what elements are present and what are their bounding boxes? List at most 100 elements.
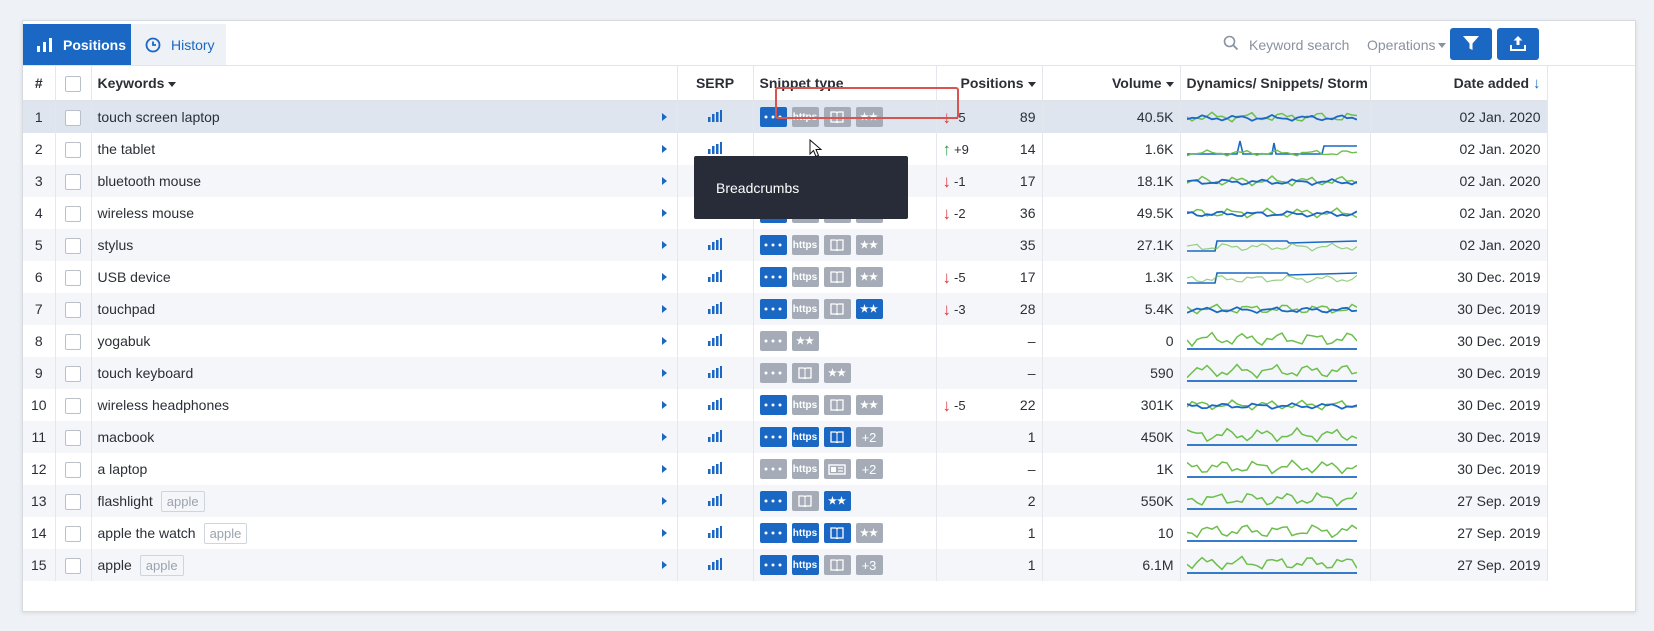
dynamics-sparkline[interactable] <box>1180 325 1371 357</box>
row-checkbox[interactable] <box>55 453 92 485</box>
rating-stars-snippet-icon[interactable]: ★★ <box>855 299 883 319</box>
keyword-tag[interactable]: apple <box>139 554 184 576</box>
dynamics-sparkline[interactable] <box>1180 453 1371 485</box>
table-row[interactable]: 15 apple apple https +3 1 6.1M 27 Sep. 2019 <box>23 549 1548 581</box>
keyword-text[interactable]: wireless mouse <box>98 205 194 221</box>
table-row[interactable]: 13 flashlight apple ★★ 2 550K 27 Sep. 2019 <box>23 485 1548 517</box>
dynamics-sparkline[interactable] <box>1180 133 1371 165</box>
dynamics-sparkline[interactable] <box>1180 100 1371 133</box>
row-checkbox[interactable] <box>55 165 92 197</box>
row-checkbox[interactable] <box>55 357 92 389</box>
row-checkbox[interactable] <box>55 485 92 517</box>
row-checkbox[interactable] <box>55 197 92 229</box>
keyword-text[interactable]: a laptop <box>98 461 148 477</box>
https-snippet[interactable]: https <box>791 427 819 447</box>
row-checkbox[interactable] <box>55 325 92 357</box>
expand-arrow-icon[interactable] <box>661 273 667 281</box>
https-snippet[interactable]: https <box>791 523 819 543</box>
expand-arrow-icon[interactable] <box>661 497 667 505</box>
export-button[interactable] <box>1497 28 1539 60</box>
row-checkbox[interactable] <box>55 517 92 549</box>
table-row[interactable]: 6 USB device https ★★ ↓ -5 17 1.3K 30 Dec. 2019 <box>23 261 1548 293</box>
dynamics-sparkline[interactable] <box>1180 421 1371 453</box>
row-checkbox[interactable] <box>55 229 92 261</box>
dynamics-sparkline[interactable] <box>1180 389 1371 421</box>
keyword-text[interactable]: apple <box>98 557 132 573</box>
https-snippet[interactable]: https <box>791 299 819 319</box>
row-checkbox[interactable] <box>55 100 92 133</box>
keyword-tag[interactable]: apple <box>203 522 248 544</box>
col-header-keywords[interactable]: Keywords <box>91 66 678 101</box>
serp-chart-icon[interactable] <box>708 429 722 445</box>
breadcrumbs-snippet-icon[interactable] <box>759 363 787 383</box>
row-checkbox[interactable] <box>55 549 92 581</box>
knowledge-snippet-icon[interactable] <box>823 267 851 287</box>
expand-arrow-icon[interactable] <box>661 145 667 153</box>
keyword-text[interactable]: touch screen laptop <box>98 109 220 125</box>
knowledge-snippet-icon[interactable] <box>823 523 851 543</box>
expand-arrow-icon[interactable] <box>661 241 667 249</box>
serp-chart-icon[interactable] <box>708 301 722 317</box>
knowledge-snippet-icon[interactable] <box>791 491 819 511</box>
dynamics-sparkline[interactable] <box>1180 165 1371 197</box>
table-row[interactable]: 1 touch screen laptop https ★★ ↓ -5 89 40.5K 02 … <box>23 100 1548 133</box>
rating-stars-snippet-icon[interactable]: ★★ <box>855 107 883 127</box>
breadcrumbs-snippet-icon[interactable] <box>759 299 787 319</box>
dynamics-sparkline[interactable] <box>1180 517 1371 549</box>
serp-chart-icon[interactable] <box>708 365 722 381</box>
dynamics-sparkline[interactable] <box>1180 549 1371 581</box>
serp-chart-icon[interactable] <box>708 525 722 541</box>
keyword-text[interactable]: yogabuk <box>98 333 151 349</box>
table-row[interactable]: 12 a laptop https +2 –1K 30 Dec. 2019 <box>23 453 1548 485</box>
table-row[interactable]: 5 stylus https ★★ 35 27.1K 02 Jan. 2020 <box>23 229 1548 261</box>
expand-arrow-icon[interactable] <box>661 433 667 441</box>
rating-stars-snippet-icon[interactable]: ★★ <box>855 523 883 543</box>
col-header-volume[interactable]: Volume <box>1042 66 1181 101</box>
dynamics-sparkline[interactable] <box>1180 293 1371 325</box>
expand-arrow-icon[interactable] <box>661 337 667 345</box>
keyword-text[interactable]: apple the watch <box>98 525 196 541</box>
expand-arrow-icon[interactable] <box>661 401 667 409</box>
serp-chart-icon[interactable] <box>708 557 722 573</box>
knowledge-snippet-icon[interactable] <box>823 299 851 319</box>
serp-chart-icon[interactable] <box>708 397 722 413</box>
dynamics-sparkline[interactable] <box>1180 357 1371 389</box>
knowledge-snippet-icon[interactable] <box>823 107 851 127</box>
serp-chart-icon[interactable] <box>708 109 722 125</box>
serp-chart-icon[interactable] <box>708 237 722 253</box>
more-snippets-badge[interactable]: +2 <box>855 427 883 447</box>
row-checkbox[interactable] <box>55 421 92 453</box>
card-snippet-icon[interactable] <box>823 459 851 479</box>
dynamics-sparkline[interactable] <box>1180 261 1371 293</box>
keyword-text[interactable]: flashlight <box>98 493 153 509</box>
https-snippet[interactable]: https <box>791 107 819 127</box>
table-row[interactable]: 7 touchpad https ★★ ↓ -3 28 5.4K 30 Dec. 2019 <box>23 293 1548 325</box>
keyword-text[interactable]: the tablet <box>98 141 156 157</box>
breadcrumbs-snippet-icon[interactable] <box>759 267 787 287</box>
https-snippet[interactable]: https <box>791 459 819 479</box>
serp-chart-icon[interactable] <box>708 493 722 509</box>
rating-stars-snippet-icon[interactable]: ★★ <box>855 267 883 287</box>
knowledge-snippet-icon[interactable] <box>823 235 851 255</box>
filter-button[interactable] <box>1450 28 1492 60</box>
knowledge-snippet-icon[interactable] <box>791 363 819 383</box>
row-checkbox[interactable] <box>55 293 92 325</box>
rating-stars-snippet-icon[interactable]: ★★ <box>823 363 851 383</box>
https-snippet[interactable]: https <box>791 267 819 287</box>
breadcrumbs-snippet-icon[interactable] <box>759 555 787 575</box>
row-checkbox[interactable] <box>55 389 92 421</box>
keyword-tag[interactable]: apple <box>160 490 205 512</box>
https-snippet[interactable]: https <box>791 555 819 575</box>
rating-stars-snippet-icon[interactable]: ★★ <box>791 331 819 351</box>
table-row[interactable]: 9 touch keyboard ★★ –590 30 Dec. 2019 <box>23 357 1548 389</box>
keyword-text[interactable]: USB device <box>98 269 171 285</box>
expand-arrow-icon[interactable] <box>661 209 667 217</box>
serp-chart-icon[interactable] <box>708 461 722 477</box>
table-row[interactable]: 11 macbook https +2 1 450K 30 Dec. 2019 <box>23 421 1548 453</box>
keyword-text[interactable]: wireless headphones <box>98 397 230 413</box>
row-checkbox[interactable] <box>55 261 92 293</box>
breadcrumbs-snippet-icon[interactable] <box>759 235 787 255</box>
breadcrumbs-snippet-icon[interactable] <box>759 427 787 447</box>
expand-arrow-icon[interactable] <box>661 529 667 537</box>
table-row[interactable]: 10 wireless headphones https ★★ ↓ -5 22 301K 30 … <box>23 389 1548 421</box>
